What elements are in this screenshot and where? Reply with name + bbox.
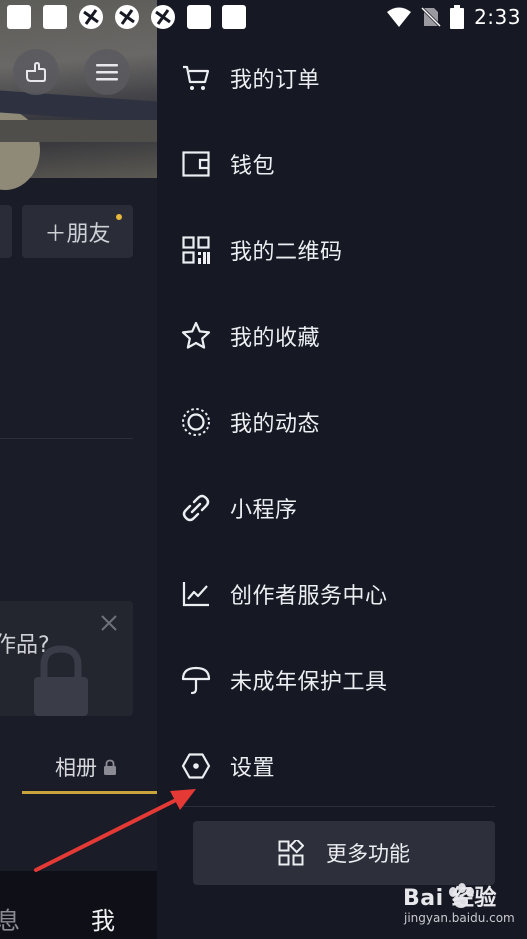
app-notification-icon <box>151 5 175 29</box>
side-drawer: 我的订单 钱包 我的二维码 我的收藏 我的动态 小程序 创作者服务中心 未成年保… <box>157 0 527 939</box>
grid-icon <box>278 840 304 866</box>
no-sim-icon <box>421 6 442 28</box>
add-friends-label: ＋朋友 <box>44 221 111 247</box>
menu-item-settings[interactable]: 设置 <box>181 736 511 796</box>
menu-item-label: 我的动态 <box>230 412 321 437</box>
pointing-hand-button[interactable] <box>13 49 59 95</box>
wallet-icon <box>181 149 211 179</box>
tab-album[interactable]: 相册 <box>55 752 117 782</box>
menu-item-favorites[interactable]: 我的收藏 <box>181 306 511 366</box>
cart-icon <box>181 63 211 93</box>
nav-me[interactable]: 我 <box>91 901 115 936</box>
notification-dot <box>116 214 122 220</box>
umbrella-icon <box>181 665 211 695</box>
notification-icon <box>187 5 211 29</box>
menu-item-label: 钱包 <box>230 154 276 179</box>
notification-icon <box>7 5 31 29</box>
lock-icon <box>34 645 88 716</box>
more-features-label: 更多功能 <box>326 842 410 866</box>
qr-code-icon <box>181 235 211 265</box>
menu-item-creator-center[interactable]: 创作者服务中心 <box>181 564 511 624</box>
menu-item-label: 设置 <box>230 756 276 781</box>
divider <box>181 806 495 807</box>
album-tab-label: 相册 <box>55 756 97 780</box>
chart-line-icon <box>181 579 211 609</box>
more-features-button[interactable]: 更多功能 <box>193 821 495 885</box>
menu-item-label: 我的二维码 <box>230 240 343 265</box>
menu-item-qr-code[interactable]: 我的二维码 <box>181 220 511 280</box>
bottom-navigation: 息 我 <box>0 871 157 939</box>
battery-icon <box>450 5 465 29</box>
profile-page-background: ＋朋友 作品? 相册 息 我 <box>0 0 157 939</box>
app-notification-icon <box>79 5 103 29</box>
menu-item-label: 小程序 <box>230 498 298 523</box>
divider <box>0 438 133 439</box>
link-icon <box>181 493 211 523</box>
notification-icon <box>222 5 246 29</box>
menu-item-orders[interactable]: 我的订单 <box>181 48 511 108</box>
pointing-hand-icon <box>26 61 46 82</box>
menu-item-mini-programs[interactable]: 小程序 <box>181 478 511 538</box>
menu-item-label: 我的收藏 <box>230 326 321 351</box>
status-bar: 2:33 <box>0 0 527 34</box>
clock: 2:33 <box>474 5 521 29</box>
menu-item-activity[interactable]: 我的动态 <box>181 392 511 452</box>
watermark-brand: Bai 经验 <box>403 886 497 911</box>
works-prompt-card: 作品? <box>0 601 133 716</box>
edit-profile-button[interactable] <box>0 205 12 258</box>
menu-item-wallet[interactable]: 钱包 <box>181 134 511 194</box>
settings-hexagon-icon <box>181 751 211 781</box>
menu-item-label: 未成年保护工具 <box>230 670 388 695</box>
wifi-icon <box>387 7 412 27</box>
menu-item-minor-protection[interactable]: 未成年保护工具 <box>181 650 511 710</box>
menu-item-label: 创作者服务中心 <box>230 584 388 609</box>
app-notification-icon <box>115 5 139 29</box>
star-icon <box>181 321 211 351</box>
hamburger-menu-icon <box>96 64 118 81</box>
menu-item-label: 我的订单 <box>230 68 321 93</box>
active-tab-indicator <box>22 791 157 794</box>
lock-icon <box>104 759 116 775</box>
watermark-url: jingyan.baidu.com <box>404 911 515 925</box>
nav-messages[interactable]: 息 <box>0 901 20 936</box>
notification-icon <box>43 5 67 29</box>
hamburger-menu-button[interactable] <box>84 49 130 95</box>
add-friends-button[interactable]: ＋朋友 <box>22 205 133 258</box>
close-icon[interactable] <box>99 613 119 633</box>
dynamic-circle-icon <box>181 407 211 437</box>
